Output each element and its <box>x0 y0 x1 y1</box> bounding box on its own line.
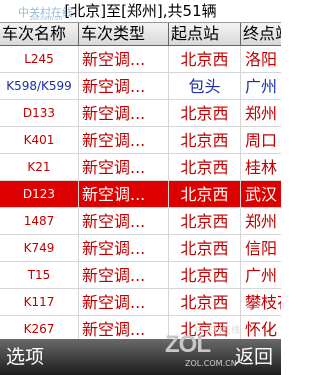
destination-cell: 郑州 <box>245 212 278 231</box>
options-softkey[interactable]: 选项 <box>6 339 44 375</box>
origin-cell: 北京西 <box>169 181 241 208</box>
origin-cell: 北京西 <box>169 100 241 127</box>
watermark-url: zol.com.cn <box>30 15 63 22</box>
train-type-cell: 新空调... <box>79 181 169 208</box>
column-header-origin[interactable]: 起点站 <box>169 23 241 45</box>
train-type-cell: 新空调... <box>79 289 169 316</box>
table-row[interactable]: D123 新空调... 北京西 武汉 <box>0 181 281 208</box>
train-name-cell: K598/K599 <box>0 73 79 100</box>
table-row[interactable]: L245 新空调... 北京西 洛阳 <box>0 46 281 73</box>
origin-cell: 北京西 <box>169 154 241 181</box>
train-type-cell: 新空调... <box>79 235 169 262</box>
column-header-train-name[interactable]: 车次名称 <box>0 23 79 45</box>
train-name-cell: L245 <box>0 46 79 73</box>
origin-cell: 北京西 <box>169 289 241 316</box>
column-header-train-type[interactable]: 车次类型 <box>79 23 169 45</box>
watermark-logo: ZOL <box>165 331 211 358</box>
destination-cell: 洛阳 <box>245 50 278 69</box>
destination-cell: 武汉 <box>245 185 278 204</box>
table-row[interactable]: T15 新空调... 北京西 广州 <box>0 262 281 289</box>
column-header-destination[interactable]: 终点站 <box>241 23 281 45</box>
train-name-cell: K401 <box>0 127 79 154</box>
train-name-cell: K749 <box>0 235 79 262</box>
origin-cell: 北京西 <box>169 46 241 73</box>
table-row[interactable]: 1487 新空调... 北京西 郑州 <box>0 208 281 235</box>
table-row[interactable]: K117新空调...北京西攀枝花 <box>0 289 281 316</box>
destination-cell: 广州 <box>245 77 278 96</box>
train-name-cell: K21 <box>0 154 79 181</box>
origin-cell: 包头 <box>169 73 241 100</box>
softkey-bar: 选项 中关村在线 ZOL ZOL.COM.CN 返回 <box>0 326 281 375</box>
train-type-cell: 新空调... <box>79 262 169 289</box>
title-text: [北京]至[郑州],共51辆 <box>64 2 217 20</box>
origin-cell: 北京西 <box>169 235 241 262</box>
destination-cell: 郑州 <box>245 104 278 123</box>
train-type-cell: 新空调... <box>79 127 169 154</box>
watermark-url: ZOL.COM.CN <box>185 359 237 368</box>
table-row[interactable]: K401 新空调... 北京西 周口 <box>0 127 281 154</box>
train-table: 车次名称 车次类型 起点站 终点站 L245新空调...北京西洛阳K598/K5… <box>0 23 281 339</box>
table-row[interactable]: D133 新空调... 北京西 郑州 <box>0 100 281 127</box>
origin-cell: 北京西 <box>169 262 241 289</box>
table-row[interactable]: K749 新空调... 北京西 信阳 <box>0 235 281 262</box>
train-name-cell: T15 <box>0 262 79 289</box>
destination-cell: 广州 <box>245 266 278 285</box>
train-name-cell: D123 <box>0 181 79 208</box>
train-name-cell: 1487 <box>0 208 79 235</box>
train-name-cell: K117 <box>0 289 79 316</box>
destination-cell: 信阳 <box>245 239 278 258</box>
back-softkey[interactable]: 返回 <box>235 339 273 375</box>
train-type-cell: 新空调... <box>79 46 169 73</box>
table-row[interactable]: K21 新空调... 北京西 桂林 <box>0 154 281 181</box>
train-name-cell: D133 <box>0 100 79 127</box>
destination-cell: 周口 <box>245 131 278 150</box>
origin-cell: 北京西 <box>169 127 241 154</box>
train-type-cell: 新空调... <box>79 73 169 100</box>
train-type-cell: 新空调... <box>79 316 169 339</box>
train-type-cell: 新空调... <box>79 100 169 127</box>
origin-cell: 北京西 <box>169 208 241 235</box>
destination-cell: 桂林 <box>245 158 278 177</box>
train-type-cell: 新空调... <box>79 208 169 235</box>
train-type-cell: 新空调... <box>79 154 169 181</box>
destination-cell: 攀枝花 <box>245 293 281 312</box>
table-header: 车次名称 车次类型 起点站 终点站 <box>0 23 281 46</box>
table-row[interactable]: K598/K599 新空调... 包头 广州 <box>0 73 281 100</box>
train-name-cell: K267 <box>0 316 79 339</box>
